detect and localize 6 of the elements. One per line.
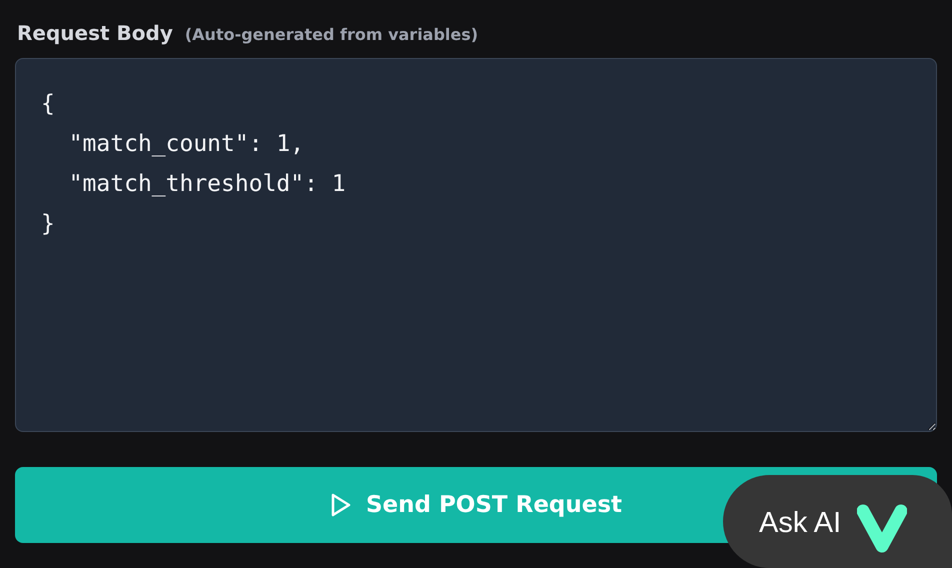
section-title: Request Body [17, 20, 173, 47]
section-hint: (Auto-generated from variables) [184, 24, 478, 46]
code-editor[interactable]: { "match_count": 1, "match_threshold": 1 } [15, 58, 937, 432]
v-logo-icon [857, 503, 908, 553]
play-icon [330, 492, 352, 518]
ask-ai-overlay[interactable]: Ask AI [723, 475, 952, 568]
